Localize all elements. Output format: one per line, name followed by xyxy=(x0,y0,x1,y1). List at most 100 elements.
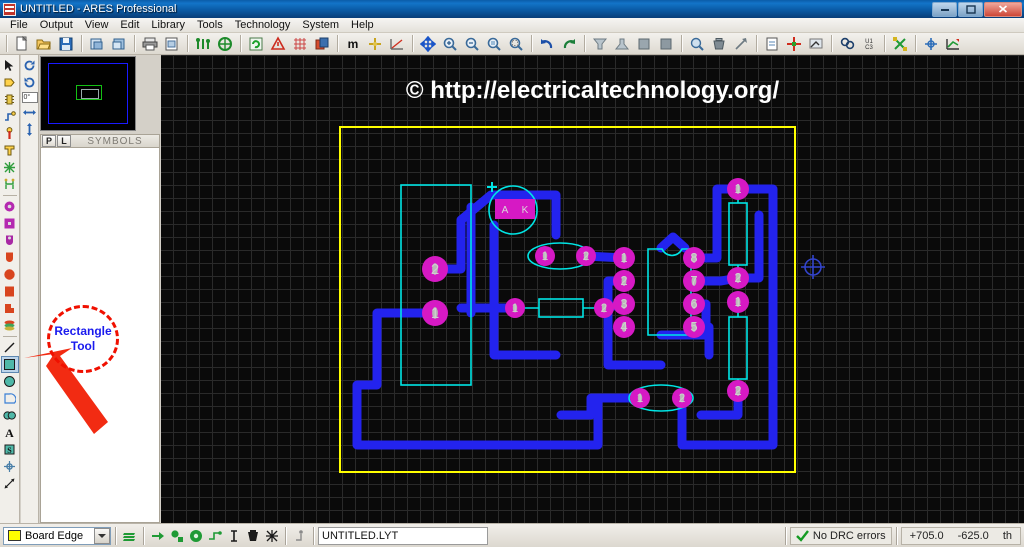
pad-ic-2[interactable]: 2 xyxy=(613,270,635,292)
menu-tools[interactable]: Tools xyxy=(191,18,229,32)
pad-connector-1[interactable]: 1 xyxy=(422,300,448,326)
drc-errors-icon[interactable] xyxy=(268,34,288,53)
pad-ic-7[interactable]: 7 xyxy=(683,270,705,292)
mirror-vertical-icon[interactable] xyxy=(21,121,39,138)
pad-cap-bottom-2[interactable]: 2 xyxy=(672,388,692,408)
ratsnest-tool[interactable] xyxy=(1,159,19,176)
pad-resistor-left-2[interactable]: 2 xyxy=(594,298,614,318)
menu-system[interactable]: System xyxy=(296,18,345,32)
grid-icon[interactable] xyxy=(290,34,310,53)
pad-resistor-r2-2[interactable]: 2 xyxy=(727,380,749,402)
print-icon[interactable] xyxy=(140,34,160,53)
menu-file[interactable]: File xyxy=(4,18,34,32)
path-tool[interactable] xyxy=(1,407,19,424)
circle-pad-tool[interactable] xyxy=(1,266,19,283)
marker-icon[interactable] xyxy=(1,458,19,475)
minimize-button[interactable] xyxy=(932,1,957,17)
package-tool[interactable] xyxy=(1,91,19,108)
power-plane-icon[interactable] xyxy=(890,34,910,53)
selection-tool[interactable] xyxy=(1,57,19,74)
preview-pane[interactable] xyxy=(40,56,136,131)
origin-icon[interactable] xyxy=(365,34,385,53)
connectivity-tool[interactable] xyxy=(1,176,19,193)
print-area-icon[interactable] xyxy=(162,34,182,53)
block-delete-icon[interactable] xyxy=(709,34,729,53)
zoom-out-icon[interactable] xyxy=(462,34,482,53)
menu-library[interactable]: Library xyxy=(145,18,191,32)
block-copy-icon[interactable] xyxy=(656,34,676,53)
track-tool[interactable] xyxy=(1,108,19,125)
dimension-arrow-icon[interactable] xyxy=(1,475,19,492)
pad-ic-3[interactable]: 3 xyxy=(613,293,635,315)
component-tool[interactable] xyxy=(1,74,19,91)
paste-icon[interactable] xyxy=(634,34,654,53)
pad-resistor-r1-2[interactable]: 2 xyxy=(727,267,749,289)
tab-packages[interactable]: P xyxy=(42,135,56,147)
delete-icon[interactable] xyxy=(243,526,262,545)
rect-pad-tool[interactable] xyxy=(1,283,19,300)
pad-ic-8[interactable]: 8 xyxy=(683,247,705,269)
edge-pad-tool[interactable] xyxy=(1,249,19,266)
restore-button[interactable] xyxy=(958,1,983,17)
pad-ic-1[interactable]: 1 xyxy=(613,247,635,269)
pcb-canvas[interactable]: © http://electricaltechnology.org/ A K 2… xyxy=(161,55,1024,523)
text-a-icon[interactable]: A xyxy=(1,424,19,441)
pan-icon[interactable] xyxy=(418,34,438,53)
metric-units-icon[interactable]: m xyxy=(343,34,363,53)
place-via-icon[interactable] xyxy=(186,526,205,545)
poly-pad-tool[interactable] xyxy=(1,300,19,317)
layer-selector[interactable]: Board Edge xyxy=(3,526,111,545)
save-disk-icon[interactable] xyxy=(56,34,76,53)
pad-stack-tool[interactable] xyxy=(1,317,19,334)
pad-cap-top-2[interactable]: 2 xyxy=(576,246,596,266)
open-folder-icon[interactable] xyxy=(34,34,54,53)
square-pad-tool[interactable] xyxy=(1,215,19,232)
via-tool[interactable] xyxy=(1,125,19,142)
redo-icon[interactable] xyxy=(559,34,579,53)
cut-icon[interactable] xyxy=(590,34,610,53)
menu-help[interactable]: Help xyxy=(345,18,380,32)
pad-resistor-left-1[interactable]: 1 xyxy=(505,298,525,318)
chevron-down-icon[interactable] xyxy=(94,527,110,544)
measure-icon[interactable] xyxy=(387,34,407,53)
export-icon[interactable] xyxy=(109,34,129,53)
autoroute-icon[interactable] xyxy=(806,34,826,53)
pad-cap-top-1[interactable]: 1 xyxy=(535,246,555,266)
tab-layers[interactable]: L xyxy=(57,135,71,147)
zone-tool[interactable] xyxy=(1,142,19,159)
rotate-cw-icon[interactable] xyxy=(21,57,39,74)
place-pad-icon[interactable] xyxy=(167,526,186,545)
dil-pad-tool[interactable] xyxy=(1,232,19,249)
zoom-area-icon[interactable] xyxy=(506,34,526,53)
zoom-all-icon[interactable] xyxy=(484,34,504,53)
layers-icon[interactable] xyxy=(312,34,332,53)
pad-connector-2[interactable]: 2 xyxy=(422,256,448,282)
undo-icon[interactable] xyxy=(537,34,557,53)
menu-view[interactable]: View xyxy=(79,18,115,32)
block-move-icon[interactable] xyxy=(731,34,751,53)
symbol-s-icon[interactable]: S xyxy=(1,441,19,458)
rectangle-tool[interactable] xyxy=(0,356,19,373)
line-tool[interactable] xyxy=(1,339,19,356)
netlist-icon[interactable] xyxy=(193,34,213,53)
menu-output[interactable]: Output xyxy=(34,18,79,32)
rotation-angle-input[interactable]: 0° xyxy=(21,92,38,103)
new-document-icon[interactable] xyxy=(12,34,32,53)
snap-icon[interactable] xyxy=(290,526,309,545)
property-icon[interactable]: U1 C3 xyxy=(859,34,879,53)
refresh-design-icon[interactable] xyxy=(246,34,266,53)
gerber-icon[interactable] xyxy=(762,34,782,53)
import-icon[interactable] xyxy=(87,34,107,53)
dimension-v-icon[interactable] xyxy=(224,526,243,545)
pad-ic-6[interactable]: 6 xyxy=(683,293,705,315)
copy-icon[interactable] xyxy=(612,34,632,53)
block-zoom-icon[interactable] xyxy=(687,34,707,53)
zoom-in-icon[interactable] xyxy=(440,34,460,53)
mirror-horizontal-icon[interactable] xyxy=(21,104,39,121)
menu-technology[interactable]: Technology xyxy=(229,18,297,32)
arc-tool[interactable] xyxy=(1,390,19,407)
pad-resistor-r1-1[interactable]: 1 xyxy=(727,178,749,200)
circle-tool[interactable] xyxy=(1,373,19,390)
cnc-icon[interactable] xyxy=(943,34,963,53)
round-pad-tool[interactable] xyxy=(1,198,19,215)
